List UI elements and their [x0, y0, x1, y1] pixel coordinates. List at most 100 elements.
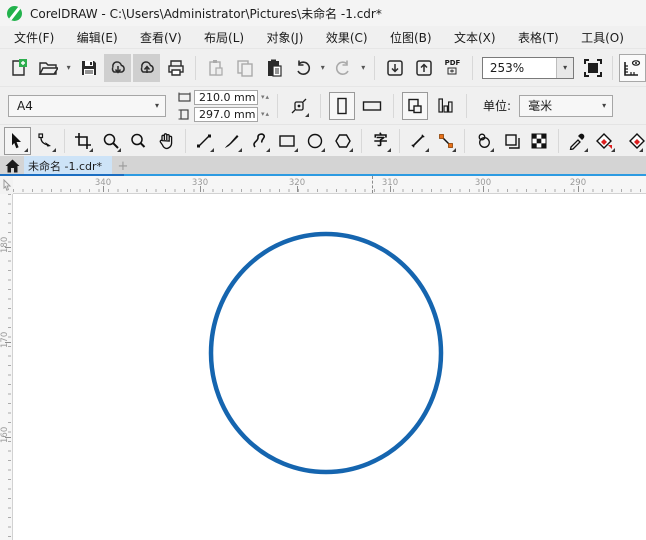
export-button[interactable]	[410, 54, 437, 82]
print-icon	[168, 59, 184, 76]
smart-fill-icon	[628, 132, 645, 149]
pick-tool[interactable]	[4, 126, 31, 155]
artistic-media-tool[interactable]	[218, 127, 245, 155]
paste-special-button[interactable]	[202, 54, 229, 82]
window-title: CorelDRAW - C:\Users\Administrator\Pictu…	[30, 6, 382, 21]
toolbar-divider	[471, 55, 473, 80]
page-width-field[interactable]: 210.0 mm	[194, 89, 258, 105]
menu-bar: 文件(F) 编辑(E) 查看(V) 布局(L) 对象(J) 效果(C) 位图(B…	[0, 26, 646, 48]
eyedropper-tool[interactable]	[564, 127, 591, 155]
pick-tool-icon	[12, 132, 22, 148]
polygon-tool[interactable]	[329, 127, 356, 155]
shape-tool[interactable]	[32, 127, 59, 155]
menu-tools[interactable]: 工具(O)	[575, 27, 630, 48]
page-width-spinner[interactable]: ▾ ▴	[261, 93, 269, 101]
toolbox: 字	[0, 124, 646, 156]
page-size-preset-value[interactable]: A4	[9, 99, 149, 113]
toolbox-divider	[184, 128, 186, 153]
zoom-level-combobox[interactable]: 253% ▾	[481, 56, 575, 79]
smart-fill-tool[interactable]	[619, 127, 646, 155]
straight-line-tool[interactable]	[405, 127, 432, 155]
mesh-fill-tool[interactable]	[526, 127, 553, 155]
interactive-fill-tool[interactable]	[592, 127, 619, 155]
ruler-origin-icon	[3, 179, 11, 191]
welcome-screen-button[interactable]	[0, 156, 24, 176]
propbar-divider	[277, 93, 279, 118]
paste-button[interactable]	[260, 54, 287, 82]
import-button[interactable]	[381, 54, 408, 82]
units-label: 单位:	[483, 99, 512, 113]
portrait-orientation-button[interactable]	[329, 91, 356, 120]
open-button[interactable]	[35, 54, 62, 82]
ruler-origin-corner[interactable]	[0, 176, 13, 194]
freehand-tool[interactable]	[191, 127, 218, 155]
crop-tool[interactable]	[70, 127, 97, 155]
freehand-tool-icon	[196, 134, 211, 147]
menu-table[interactable]: 表格(T)	[512, 27, 565, 48]
page-height-spinner[interactable]: ▾ ▴	[261, 110, 269, 118]
fullscreen-preview-button[interactable]	[579, 54, 606, 82]
document-tab-active[interactable]: 未命名 -1.cdr*	[24, 156, 112, 176]
autofit-page-button[interactable]	[286, 92, 312, 120]
menu-object[interactable]: 对象(J)	[261, 27, 310, 48]
page-width-icon	[178, 92, 191, 102]
units-value[interactable]: 毫米	[520, 97, 596, 114]
text-tool[interactable]: 字	[367, 127, 394, 155]
ruler-toggle-button[interactable]	[619, 53, 646, 82]
publish-pdf-button[interactable]: PDF	[439, 54, 466, 82]
print-button[interactable]	[162, 54, 189, 82]
interactive-fill-icon	[595, 132, 612, 149]
vertical-ruler[interactable]: 180 170 160	[0, 194, 13, 540]
bspline-tool[interactable]	[246, 127, 273, 155]
rectangle-tool[interactable]	[274, 127, 301, 155]
undo-button[interactable]	[289, 54, 316, 82]
zoom-tool[interactable]	[97, 127, 124, 155]
undo-dropdown-caret[interactable]: ▾	[318, 63, 328, 72]
units-combobox[interactable]: 毫米 ▾	[519, 94, 614, 117]
shadow-tool[interactable]	[470, 127, 497, 155]
copy-button[interactable]	[231, 54, 258, 82]
open-dropdown-caret[interactable]: ▾	[64, 63, 74, 72]
menu-layout[interactable]: 布局(L)	[198, 27, 250, 48]
menu-edit[interactable]: 编辑(E)	[71, 27, 124, 48]
drawing-canvas[interactable]	[14, 194, 646, 540]
hruler-ticks	[13, 189, 646, 192]
pan-tool[interactable]	[153, 127, 180, 155]
cloud-upload-button[interactable]	[133, 53, 161, 82]
preset-dropdown-caret[interactable]: ▾	[149, 101, 165, 110]
zoom-out-tool[interactable]	[125, 127, 152, 155]
document-tab-bar: 未命名 -1.cdr* +	[0, 156, 646, 176]
menu-view[interactable]: 查看(V)	[134, 27, 188, 48]
menu-file[interactable]: 文件(F)	[8, 27, 60, 48]
page-size-preset-combobox[interactable]: A4 ▾	[8, 94, 166, 117]
page-edge-marker	[372, 176, 373, 193]
current-page-button[interactable]	[432, 92, 458, 120]
cloud-download-button[interactable]	[104, 53, 132, 82]
menu-text[interactable]: 文本(X)	[448, 27, 502, 48]
connector-tool[interactable]	[433, 127, 460, 155]
rectangle-tool-icon	[279, 134, 295, 147]
new-tab-button[interactable]: +	[112, 156, 134, 176]
circle-shape[interactable]	[208, 231, 444, 475]
fullscreen-preview-icon	[583, 58, 602, 77]
copy-icon	[236, 59, 253, 77]
page-dimensions-group: 210.0 mm ▾ ▴ 297.0 mm ▾ ▴	[178, 89, 269, 122]
menu-bitmaps[interactable]: 位图(B)	[384, 27, 438, 48]
page-height-field[interactable]: 297.0 mm	[194, 106, 258, 122]
document-tab-label: 未命名 -1.cdr*	[28, 160, 103, 173]
home-icon	[5, 159, 19, 173]
horizontal-ruler[interactable]: 340 330 320 310 300 290	[13, 176, 646, 194]
landscape-orientation-button[interactable]	[359, 92, 385, 120]
redo-button[interactable]	[330, 54, 357, 82]
all-pages-button[interactable]	[402, 91, 429, 120]
zoom-level-value[interactable]: 253%	[483, 61, 556, 75]
save-button[interactable]	[75, 54, 102, 82]
menu-effects[interactable]: 效果(C)	[320, 27, 374, 48]
redo-dropdown-caret[interactable]: ▾	[359, 63, 369, 72]
new-document-button[interactable]	[6, 54, 33, 82]
ellipse-tool[interactable]	[302, 127, 329, 155]
units-dropdown-caret[interactable]: ▾	[596, 101, 612, 110]
export-icon	[415, 59, 432, 76]
transparency-tool[interactable]	[498, 127, 525, 155]
zoom-dropdown-caret[interactable]: ▾	[556, 57, 574, 78]
